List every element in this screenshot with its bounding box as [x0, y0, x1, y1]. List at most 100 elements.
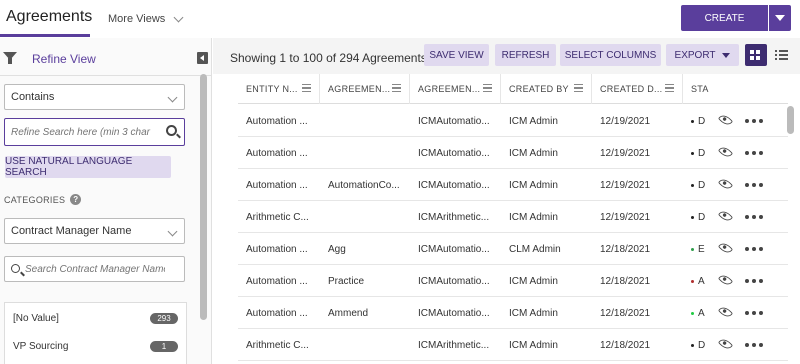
status-text: D [698, 339, 706, 351]
entity-name-cell: Arithmetic C... [246, 211, 309, 223]
category-select[interactable]: Contract Manager Name [4, 218, 185, 244]
column-menu-icon[interactable] [665, 84, 674, 92]
column-header-agreement-name[interactable]: AGREEMEN... [320, 74, 410, 104]
table-row[interactable]: Arithmetic C... ICMArithmetic... ICM Admin… [238, 201, 788, 233]
table-row[interactable]: Automation ... Ammend ICMAutomatio... ICM A… [238, 297, 788, 329]
categories-label: CATEGORIES [4, 194, 66, 205]
created-date-cell: 12/18/2021 [600, 243, 651, 255]
export-label: EXPORT [674, 49, 716, 61]
agreement-type-cell: ICMAutomatio... [418, 243, 490, 255]
agreement-type-cell: ICMArithmetic... [418, 211, 490, 223]
column-menu-icon[interactable] [392, 84, 401, 92]
column-menu-icon[interactable] [302, 84, 311, 92]
status-dot-icon [691, 311, 694, 315]
export-button[interactable]: EXPORT [666, 44, 739, 66]
facet-item[interactable]: VP Sourcing 1 [5, 333, 186, 359]
created-by-cell: ICM Admin [509, 147, 558, 159]
column-header-created-date[interactable]: CREATED D... [592, 74, 683, 104]
operator-select[interactable]: Contains [4, 84, 185, 110]
refine-panel: Refine View Contains USE NATURAL LANGUAG… [0, 38, 212, 364]
more-actions-icon[interactable] [745, 279, 763, 283]
results-toolbar: Showing 1 to 100 of 294 Agreements SAVE … [213, 38, 800, 74]
view-eye-icon[interactable] [717, 240, 734, 256]
agreement-name-cell [320, 201, 410, 233]
column-header-agreement-type[interactable]: AGREEMEN... [410, 74, 501, 104]
view-eye-icon[interactable] [717, 304, 734, 320]
status-text: E [698, 243, 705, 255]
list-view-icon[interactable] [770, 44, 792, 66]
status-cell: D [683, 105, 709, 137]
refine-panel-scrollbar[interactable] [200, 74, 207, 320]
created-by-cell: ICM Admin [509, 275, 558, 287]
column-header-created-by[interactable]: CREATED BY [501, 74, 592, 104]
entity-name-cell: Automation ... [246, 179, 308, 191]
table-row[interactable]: Automation ... Practice ICMAutomatio... ICM… [238, 265, 788, 297]
status-text: A [698, 307, 705, 319]
column-menu-icon[interactable] [574, 84, 583, 92]
table-row[interactable]: Automation ... ICMAutomatio... ICM Admin 12… [238, 105, 788, 137]
agreement-name-cell: Agg [328, 243, 346, 255]
contract-manager-search-field[interactable] [4, 256, 185, 282]
created-by-cell: ICM Admin [509, 179, 558, 191]
entity-name-cell: Automation ... [246, 275, 308, 287]
save-view-button[interactable]: SAVE VIEW [424, 44, 489, 66]
column-header-status[interactable]: STA [683, 74, 723, 104]
search-icon[interactable] [166, 125, 177, 136]
view-eye-icon[interactable] [717, 208, 734, 224]
help-icon[interactable]: ? [70, 194, 82, 205]
view-eye-icon[interactable] [717, 144, 734, 160]
refresh-button[interactable]: REFRESH [495, 44, 556, 66]
status-dot-icon [691, 151, 694, 155]
column-header-label: STA [691, 84, 709, 94]
more-actions-icon[interactable] [745, 311, 763, 315]
created-by-cell: CLM Admin [509, 243, 561, 255]
chevron-down-icon [173, 12, 184, 22]
status-cell: D [683, 137, 709, 169]
refine-search-input[interactable] [5, 119, 155, 145]
collapse-panel-icon[interactable] [197, 52, 208, 64]
search-icon [11, 264, 20, 273]
view-eye-icon[interactable] [717, 272, 734, 288]
categories-heading: CATEGORIES ? [4, 194, 82, 205]
status-dot-icon [691, 183, 694, 187]
more-actions-icon[interactable] [745, 247, 763, 251]
view-eye-icon[interactable] [717, 336, 734, 352]
create-options-button[interactable] [769, 5, 791, 31]
status-text: A [698, 275, 705, 287]
status-cell: A [683, 265, 709, 297]
status-dot-icon [691, 215, 694, 219]
refine-view-label[interactable]: Refine View [32, 52, 96, 66]
grid-view-icon[interactable] [745, 44, 767, 66]
more-views-dropdown[interactable]: More Views [108, 12, 184, 25]
more-actions-icon[interactable] [745, 119, 763, 123]
created-date-cell: 12/19/2021 [600, 115, 651, 127]
more-actions-icon[interactable] [745, 343, 763, 347]
chevron-down-icon [167, 226, 178, 237]
created-by-cell: ICM Admin [509, 307, 558, 319]
agreement-type-cell: ICMAutomatio... [418, 179, 490, 191]
table-row[interactable]: Automation ... AutomationCo... ICMAutomati… [238, 169, 788, 201]
column-header-label: AGREEMEN... [418, 84, 481, 94]
entity-name-cell: Automation ... [246, 243, 308, 255]
natural-language-search-button[interactable]: USE NATURAL LANGUAGE SEARCH [5, 156, 171, 178]
column-menu-icon[interactable] [483, 84, 492, 92]
table-scrollbar[interactable] [787, 106, 794, 134]
view-eye-icon[interactable] [717, 112, 734, 128]
table-row[interactable]: Automation ... ICMAutomatio... ICM Admin 12… [238, 137, 788, 169]
table-row[interactable]: Arithmetic C... ICMArithmetic... ICM Admin… [238, 329, 788, 361]
table-row[interactable]: Automation ... Agg ICMAutomatio... CLM Admi… [238, 233, 788, 265]
refine-search-field[interactable] [4, 118, 185, 146]
column-header-entity-name[interactable]: ENTITY N... [238, 74, 320, 104]
entity-name-cell: Automation ... [246, 307, 308, 319]
created-by-cell: ICM Admin [509, 211, 558, 223]
more-actions-icon[interactable] [745, 151, 763, 155]
entity-name-cell: Arithmetic C... [246, 339, 309, 351]
view-eye-icon[interactable] [717, 176, 734, 192]
facet-item[interactable]: [No Value] 293 [5, 305, 186, 331]
refine-view-header: Refine View [0, 38, 212, 76]
more-actions-icon[interactable] [745, 215, 763, 219]
more-actions-icon[interactable] [745, 183, 763, 187]
contract-manager-search-input[interactable] [5, 257, 165, 281]
create-button[interactable]: CREATE [681, 5, 768, 31]
select-columns-button[interactable]: SELECT COLUMNS [560, 44, 661, 66]
